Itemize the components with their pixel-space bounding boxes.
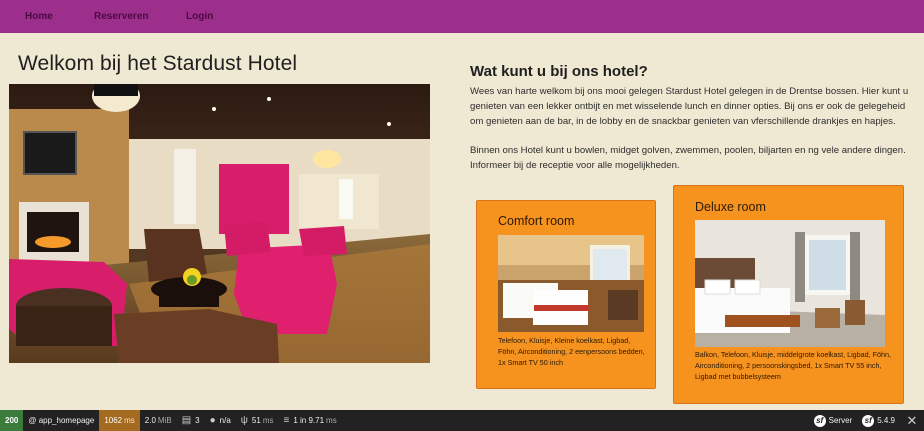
room-title: Deluxe room <box>695 200 766 214</box>
server-panel[interactable]: sf Server <box>809 410 858 431</box>
deluxe-room-illustration <box>695 220 885 347</box>
status-code-badge[interactable]: 200 <box>0 410 24 431</box>
close-icon[interactable]: ✕ <box>900 410 924 431</box>
nav-link-reserveren[interactable]: Reserveren <box>94 11 148 22</box>
hotel-lobby-image <box>9 84 430 363</box>
twig-time: 51 <box>251 416 261 425</box>
about-text: Wees van harte welkom bij ons mooi geleg… <box>470 84 915 173</box>
top-navbar: Home Reserveren Login <box>0 0 924 33</box>
about-paragraph: Wees van harte welkom bij ons mooi geleg… <box>470 86 909 127</box>
room-amenities: Balkon, Telefoon, Kluisje, middelgrote k… <box>695 350 892 381</box>
forms-count: 3 <box>195 416 200 425</box>
hotel-lobby-illustration <box>9 84 430 363</box>
room-card-comfort[interactable]: Comfort room Telefoon, Kluisje, Kleine k… <box>476 200 656 389</box>
symfony-icon: sf <box>813 414 826 427</box>
server-label: Server <box>828 416 853 425</box>
debug-toolbar: 200 @ app_homepage 1062 ms 2.0 MiB ▤ 3 ●… <box>0 410 924 431</box>
user-value: n/a <box>219 416 231 425</box>
database-panel[interactable]: ≡ 1 in 9.71 ms <box>278 410 341 431</box>
page-title: Welkom bij het Stardust Hotel <box>18 52 298 75</box>
request-time[interactable]: 1062 ms <box>99 410 140 431</box>
memory-usage[interactable]: 2.0 MiB <box>140 410 177 431</box>
about-heading: Wat kunt u bij ons hotel? <box>470 63 648 80</box>
about-paragraph: Binnen ons Hotel kunt u bowlen, midget g… <box>470 145 906 171</box>
twig-panel[interactable]: ψ 51 ms <box>236 410 279 431</box>
comfort-room-illustration <box>498 235 644 332</box>
request-time-value: 1062 <box>104 416 123 425</box>
db-unit: ms <box>326 416 337 425</box>
request-time-unit: ms <box>124 416 135 425</box>
version-label: 5.4.9 <box>877 416 895 425</box>
memory-value: 2.0 <box>144 416 156 425</box>
nav-link-login[interactable]: Login <box>186 11 213 22</box>
db-queries: 1 in 9.71 <box>293 416 325 425</box>
room-amenities: Telefoon, Kluisje, Kleine koelkast, Ligb… <box>498 336 645 367</box>
database-icon: ≡ <box>283 415 290 426</box>
twig-unit: ms <box>262 416 274 425</box>
memory-unit: MiB <box>157 416 172 425</box>
nav-link-home[interactable]: Home <box>25 11 53 22</box>
twig-icon: ψ <box>240 415 248 426</box>
symfony-version[interactable]: sf 5.4.9 <box>857 410 900 431</box>
deluxe-room-image <box>695 220 885 347</box>
forms-panel[interactable]: ▤ 3 <box>177 410 205 431</box>
user-icon: ● <box>209 415 216 426</box>
room-card-deluxe[interactable]: Deluxe room Balkon, Telefoon, Kluisje, m… <box>673 185 904 404</box>
symfony-logo-icon: sf <box>862 414 875 427</box>
route-name[interactable]: @ app_homepage <box>23 410 99 431</box>
room-title: Comfort room <box>498 214 575 228</box>
security-panel[interactable]: ● n/a <box>205 410 236 431</box>
forms-icon: ▤ <box>181 415 192 426</box>
comfort-room-image <box>498 235 644 332</box>
